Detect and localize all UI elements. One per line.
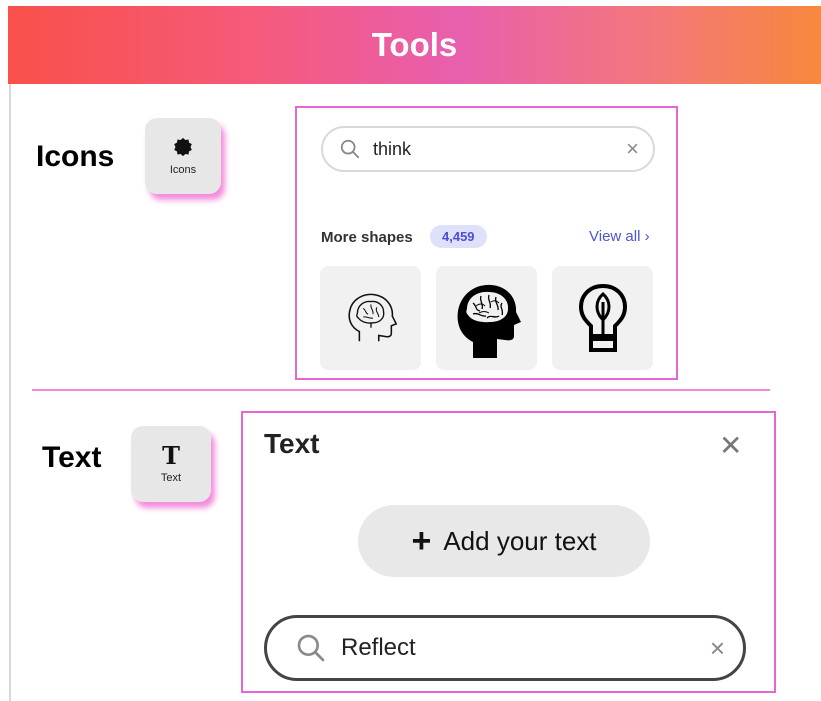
add-your-text-label: Add your text: [443, 525, 597, 556]
badge-icon: [174, 137, 192, 157]
shape-result-1[interactable]: [320, 266, 421, 370]
shape-result-2[interactable]: [436, 266, 537, 370]
text-search-field[interactable]: Reflect ×: [264, 615, 746, 681]
icons-tool-label: Icons: [169, 164, 197, 176]
search-icon: [340, 139, 360, 159]
left-border-line: [9, 84, 11, 701]
text-tool-icon: T: [162, 441, 180, 470]
text-section-label: Text: [42, 441, 102, 474]
search-icon: [297, 634, 325, 662]
head-brain-outline-icon: [347, 293, 397, 342]
shape-result-3[interactable]: [552, 266, 653, 370]
more-shapes-label: More shapes: [321, 229, 413, 246]
icons-section-label: Icons: [36, 140, 115, 173]
page-title: Tools: [371, 26, 458, 63]
text-panel: Text ✕ + Add your text Reflect ×: [241, 411, 776, 693]
text-tool-label: Text: [160, 472, 182, 484]
text-search-input[interactable]: Reflect: [341, 634, 710, 662]
text-tool-button[interactable]: T Text: [131, 426, 211, 502]
clear-search-icon[interactable]: ×: [710, 633, 725, 664]
icons-search-field[interactable]: think ×: [321, 126, 655, 172]
close-icon[interactable]: ✕: [719, 429, 742, 462]
shapes-count-badge: 4,459: [430, 225, 487, 248]
tools-header: Tools: [8, 6, 821, 84]
plus-icon: +: [411, 522, 432, 560]
text-panel-title: Text: [264, 428, 320, 459]
clear-search-icon[interactable]: ×: [626, 136, 639, 162]
icons-search-input[interactable]: think: [373, 139, 626, 160]
section-divider: [32, 389, 770, 391]
icons-panel: think × More shapes 4,459 View all ›: [295, 106, 678, 380]
lightbulb-leaf-icon: [578, 283, 627, 352]
add-your-text-button[interactable]: + Add your text: [358, 505, 650, 577]
view-all-link[interactable]: View all ›: [589, 228, 650, 245]
head-brain-silhouette-icon: [457, 284, 521, 358]
icons-tool-button[interactable]: Icons: [145, 118, 221, 194]
